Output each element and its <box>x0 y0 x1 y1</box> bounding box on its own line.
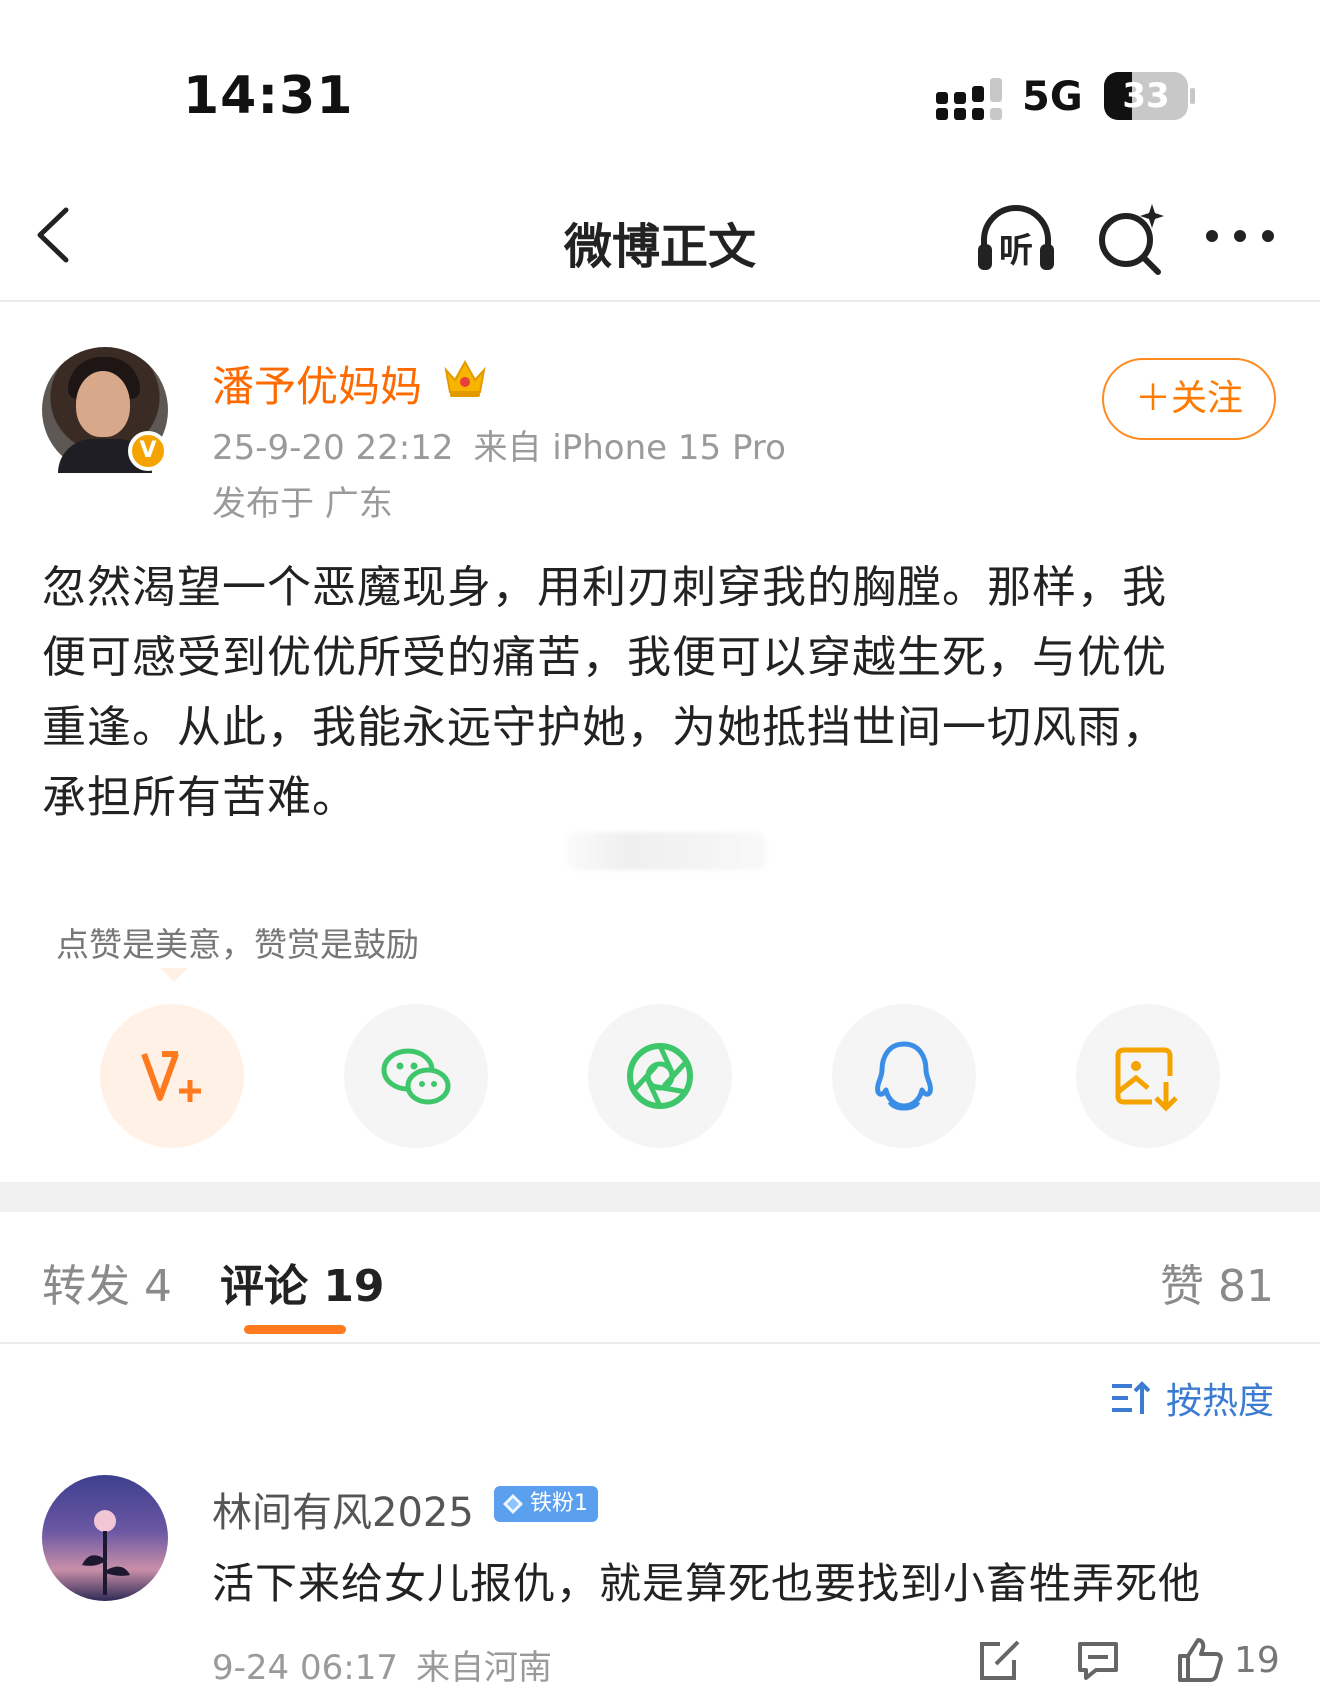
post-text-line: 便可感受到优优所受的痛苦，我便可以穿越生死，与优优 <box>42 632 1167 683</box>
search-icon[interactable] <box>1094 200 1166 276</box>
share-qq-button[interactable] <box>832 1004 976 1148</box>
commenter-avatar[interactable] <box>42 1475 168 1601</box>
fan-badge-label: 铁粉1 <box>530 1491 588 1516</box>
comment-location: 来自河南 <box>415 1648 552 1688</box>
verified-badge-icon: V <box>128 431 168 471</box>
reward-button[interactable] <box>100 1004 244 1148</box>
like-thumb-icon[interactable] <box>1176 1636 1224 1684</box>
share-moments-button[interactable] <box>588 1004 732 1148</box>
post-text-line: 重逢。从此，我能永远守护她，为她抵挡世间一切风雨， <box>42 702 1167 753</box>
status-time: 14:31 <box>183 66 354 126</box>
comment-meta: 9-24 06:17 来自河南 <box>212 1640 570 1689</box>
fan-badge[interactable]: 铁粉1 <box>494 1486 598 1522</box>
comment-text: 活下来给女儿报仇，就是算死也要找到小畜牲弄死他 <box>212 1559 1202 1608</box>
cellular-signal-icon <box>936 78 1002 120</box>
section-divider <box>0 1182 1320 1212</box>
network-type: 5G <box>1022 74 1083 120</box>
moments-icon <box>627 1043 693 1109</box>
active-tab-indicator <box>244 1325 346 1334</box>
more-options-icon[interactable] <box>1204 216 1276 256</box>
reward-tip: 点赞是美意，赞赏是鼓励 <box>56 925 419 964</box>
listen-label: 听 <box>999 231 1033 271</box>
tab-reposts[interactable]: 转发 4 <box>42 1250 172 1314</box>
status-bar: 14:31 5G 33 <box>0 0 1320 180</box>
diamond-icon <box>503 1494 523 1514</box>
sort-label: 按热度 <box>1165 1381 1274 1422</box>
post-text: 忽然渴望一个恶魔现身，用利刃刺穿我的胸膛。那样，我 便可感受到优优所受的痛苦，我… <box>42 553 1282 833</box>
battery-level: 33 <box>1122 76 1170 116</box>
reply-comment-icon[interactable] <box>1074 1636 1122 1684</box>
tabs-divider <box>0 1342 1320 1344</box>
crown-member-icon <box>444 359 486 397</box>
save-image-icon <box>1115 1047 1178 1112</box>
post-meta: 25-9-20 22:12 来自 iPhone 15 Pro <box>212 420 806 469</box>
comment-like-count: 19 <box>1234 1640 1280 1681</box>
post-text-line: 承担所有苦难。 <box>42 772 357 823</box>
post-text-line: 忽然渴望一个恶魔现身，用利刃刺穿我的胸膛。那样，我 <box>42 562 1167 613</box>
commenter-name[interactable]: 林间有风2025 <box>212 1480 474 1538</box>
tooltip-arrow <box>160 968 188 982</box>
listen-headphones-icon[interactable]: 听 <box>974 200 1058 276</box>
follow-button[interactable]: ＋关注 <box>1102 358 1276 440</box>
post-date: 25-9-20 22:12 <box>212 428 454 468</box>
nav-bar: 微博正文 听 <box>0 180 1320 302</box>
battery-icon: 33 <box>1104 72 1195 120</box>
save-image-button[interactable] <box>1076 1004 1220 1148</box>
rose-silhouette-icon <box>82 1510 130 1595</box>
author-name[interactable]: 潘予优妈妈 <box>212 353 422 414</box>
wechat-icon <box>381 1048 451 1105</box>
comment-date: 9-24 06:17 <box>212 1648 398 1688</box>
post-location: 发布于 广东 <box>212 484 393 524</box>
tab-comments[interactable]: 评论 19 <box>220 1250 385 1314</box>
sort-icon <box>1111 1381 1150 1414</box>
reward-v-plus-icon <box>141 1051 201 1102</box>
tab-likes[interactable]: 赞 81 <box>1160 1250 1274 1314</box>
blurred-placeholder <box>566 832 766 870</box>
share-wechat-button[interactable] <box>344 1004 488 1148</box>
sort-by-hot-button[interactable]: 按热度 <box>1111 1372 1274 1422</box>
post-source: 来自 iPhone 15 Pro <box>473 428 786 468</box>
qq-icon <box>875 1041 933 1111</box>
author-avatar[interactable]: V <box>42 347 168 473</box>
share-comment-icon[interactable] <box>974 1636 1022 1684</box>
